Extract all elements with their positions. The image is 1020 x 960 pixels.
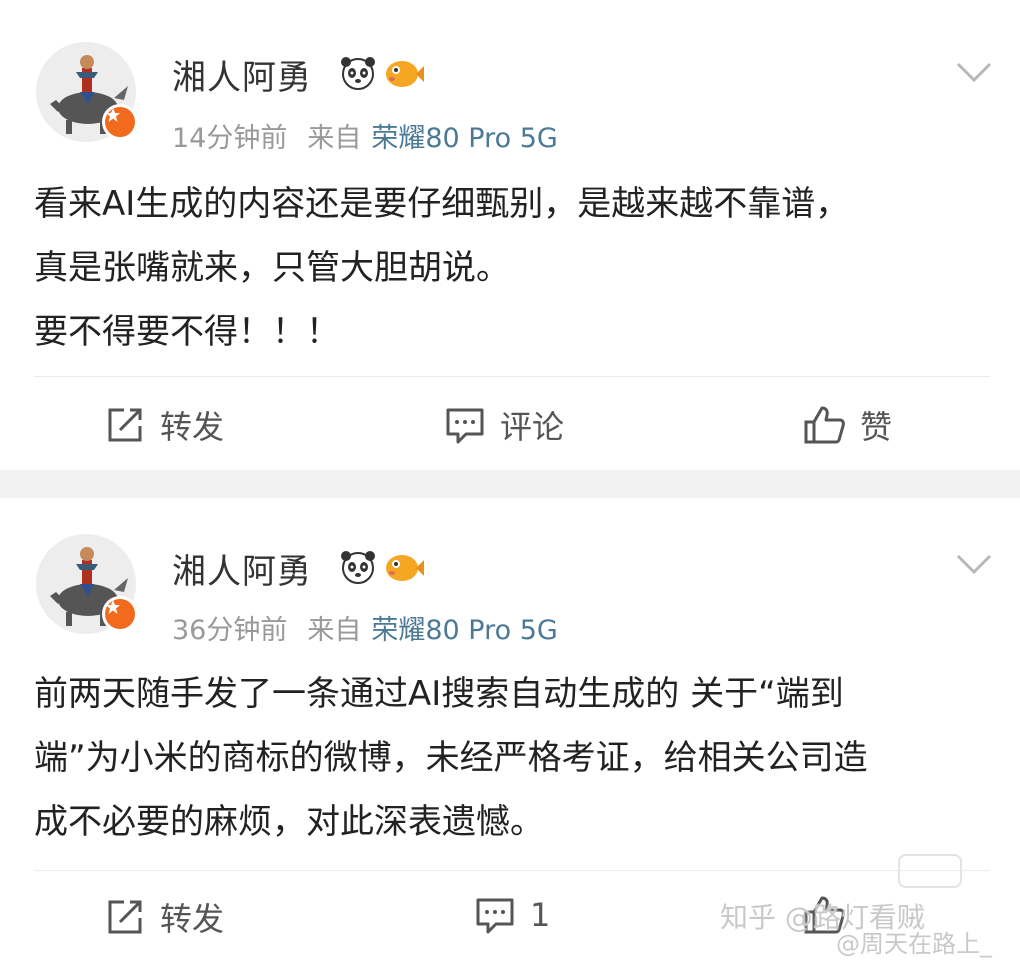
post-time: 36分钟前 <box>172 615 288 646</box>
chevron-down-icon[interactable] <box>954 550 994 578</box>
fish-emoji-icon <box>386 61 424 87</box>
watermark-badge <box>898 854 962 888</box>
content-line: 看来AI生成的内容还是要仔细甄别，是越来越不靠谱， <box>34 184 850 224</box>
content-line: 端”为小米的商标的微博，未经严格考证，给相关公司造 <box>34 738 868 778</box>
content-line: 成不必要的麻烦，对此深表遗憾。 <box>34 802 544 842</box>
comment-icon <box>446 408 484 444</box>
comment-icon <box>476 898 514 934</box>
like-button[interactable]: 赞 <box>802 402 892 448</box>
thumbs-up-icon <box>804 406 845 444</box>
action-divider <box>34 376 990 377</box>
post-meta: 36分钟前 来自 荣耀80 Pro 5G <box>172 608 558 647</box>
repost-button[interactable]: 转发 <box>104 402 224 448</box>
comment-count: 1 <box>530 896 551 934</box>
chevron-down-icon[interactable] <box>954 58 994 86</box>
post-card[interactable]: 湘人阿勇 14分钟前 来自 荣耀80 Pro 5G 看来AI生成的内容还是要仔细甄别… <box>0 0 1020 470</box>
device-link[interactable]: 荣耀80 Pro 5G <box>371 123 557 154</box>
device-link[interactable]: 荣耀80 Pro 5G <box>371 615 557 646</box>
repost-label: 转发 <box>160 900 225 938</box>
from-label: 来自 <box>307 123 362 154</box>
repost-icon <box>108 900 142 934</box>
comment-button[interactable]: 1 <box>474 894 550 936</box>
verified-badge-icon <box>102 596 138 632</box>
weibo-watermark: @周天在路上_ <box>836 930 992 958</box>
post-card[interactable]: 湘人阿勇 36分钟前 来自 荣耀80 Pro 5G 前两天随手发了一条通过AI搜索自… <box>0 498 1020 960</box>
username[interactable]: 湘人阿勇 <box>172 50 312 99</box>
repost-label: 转发 <box>160 408 225 446</box>
content-line: 要不得要不得！！！ <box>34 312 340 352</box>
repost-button[interactable]: 转发 <box>104 894 224 940</box>
comment-button[interactable]: 评论 <box>444 402 564 448</box>
fish-emoji-icon <box>386 555 424 581</box>
from-label: 来自 <box>307 615 362 646</box>
post-content: 前两天随手发了一条通过AI搜索自动生成的 关于“端到 端”为小米的商标的微博，未… <box>34 662 994 854</box>
post-time: 14分钟前 <box>172 123 288 154</box>
post-meta: 14分钟前 来自 荣耀80 Pro 5G <box>172 116 558 155</box>
weibo-feed: 湘人阿勇 14分钟前 来自 荣耀80 Pro 5G 看来AI生成的内容还是要仔细甄别… <box>0 0 1020 960</box>
post-content: 看来AI生成的内容还是要仔细甄别，是越来越不靠谱， 真是张嘴就来，只管大胆胡说。… <box>34 172 994 364</box>
avatar[interactable] <box>36 534 138 634</box>
action-divider <box>34 870 990 871</box>
repost-icon <box>108 408 142 442</box>
panda-emoji-icon <box>341 551 375 584</box>
panda-emoji-icon <box>341 57 375 90</box>
comment-label: 评论 <box>500 408 565 446</box>
username[interactable]: 湘人阿勇 <box>172 544 312 593</box>
like-label: 赞 <box>860 408 893 446</box>
post-separator <box>0 470 1020 498</box>
content-line: 真是张嘴就来，只管大胆胡说。 <box>34 248 510 288</box>
content-line: 前两天随手发了一条通过AI搜索自动生成的 关于“端到 <box>34 674 844 714</box>
verified-badge-icon <box>102 104 138 140</box>
avatar[interactable] <box>36 42 138 142</box>
